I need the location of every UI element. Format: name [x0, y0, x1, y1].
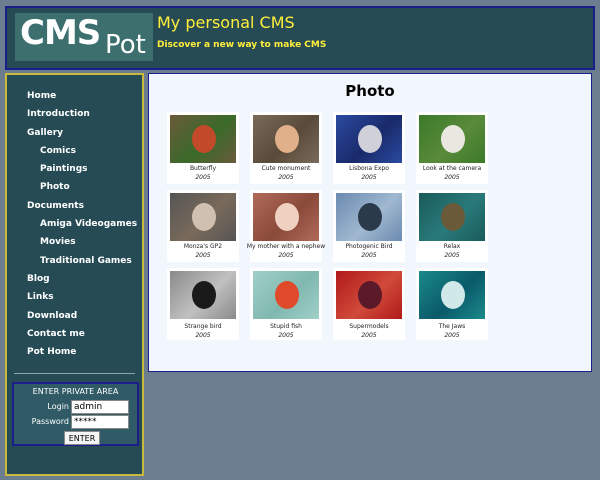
site-header: CMS Pot My personal CMS Discover a new w… [5, 6, 595, 70]
nav-item-home[interactable]: Home [7, 87, 142, 105]
photo-subject [192, 281, 216, 309]
nav-menu: Home Introduction Gallery Comics Paintings Ph… [7, 87, 142, 361]
photo-caption: Monza's GP2 [183, 243, 223, 250]
photo-card[interactable]: Supermodels 2005 [333, 268, 405, 340]
photo-year: 2005 [278, 252, 294, 259]
photo-card[interactable]: Strange bird 2005 [167, 268, 239, 340]
photo-subject [192, 203, 216, 231]
login-box: ENTER PRIVATE AREA Login Password ENTER [12, 382, 139, 446]
photo-card[interactable]: Butterfly 2005 [167, 112, 239, 184]
photo-year: 2005 [444, 174, 460, 181]
photo-year: 2005 [278, 332, 294, 339]
photo-subject [441, 281, 465, 309]
logo-text-main: CMS [20, 13, 101, 53]
nav-item-movies[interactable]: Movies [7, 233, 142, 251]
photo-year: 2005 [195, 332, 211, 339]
photo-year: 2005 [444, 252, 460, 259]
site-subtitle: Discover a new way to make CMS [157, 40, 327, 50]
photo-caption: Relax [443, 243, 461, 250]
nav-item-amiga-videogames[interactable]: Amiga Videogames [7, 215, 142, 233]
nav-item-introduction[interactable]: Introduction [7, 105, 142, 123]
cmspot-logo[interactable]: CMS Pot [15, 13, 153, 61]
password-input[interactable] [71, 415, 129, 429]
photo-thumbnail[interactable] [336, 115, 402, 163]
photo-card[interactable]: Cute monument 2005 [250, 112, 322, 184]
photo-subject [358, 125, 382, 153]
photo-card[interactable]: My mother with a nephew 2005 [247, 190, 325, 262]
photo-card[interactable]: Photogenic Bird 2005 [333, 190, 405, 262]
nav-item-download[interactable]: Download [7, 307, 142, 325]
photo-subject [358, 281, 382, 309]
nav-item-documents[interactable]: Documents [7, 197, 142, 215]
photo-year: 2005 [361, 252, 377, 259]
photo-caption: Photogenic Bird [345, 243, 393, 250]
login-input[interactable] [71, 400, 129, 414]
photo-thumbnail[interactable] [419, 115, 485, 163]
nav-item-photo[interactable]: Photo [7, 178, 142, 196]
photo-year: 2005 [195, 252, 211, 259]
photo-subject [275, 203, 299, 231]
photo-caption: My mother with a nephew [246, 243, 326, 250]
photo-caption: The Jaws [438, 323, 466, 330]
main-content: Photo Butterfly 2005 Cute monument 2005 Lisb… [148, 73, 592, 372]
photo-thumbnail[interactable] [170, 271, 236, 319]
photo-subject [275, 281, 299, 309]
photo-thumbnail[interactable] [336, 193, 402, 241]
password-label: Password [31, 417, 69, 426]
photo-caption: Stupid fish [270, 323, 302, 330]
photo-card[interactable]: Stupid fish 2005 [250, 268, 322, 340]
login-label: Login [47, 402, 69, 411]
photo-year: 2005 [195, 174, 211, 181]
photo-thumbnail[interactable] [253, 271, 319, 319]
photo-thumbnail[interactable] [253, 115, 319, 163]
nav-item-gallery[interactable]: Gallery [7, 124, 142, 142]
photo-caption: Look at the camera [422, 165, 482, 172]
page-title: Photo [345, 82, 395, 100]
photo-caption: Strange bird [184, 323, 222, 330]
login-title: ENTER PRIVATE AREA [32, 387, 119, 396]
photo-year: 2005 [361, 174, 377, 181]
enter-button[interactable]: ENTER [64, 431, 100, 445]
photo-subject [441, 203, 465, 231]
nav-item-contact-me[interactable]: Contact me [7, 325, 142, 343]
photo-caption: Butterfly [189, 165, 217, 172]
photo-card[interactable]: The Jaws 2005 [416, 268, 488, 340]
photo-subject [275, 125, 299, 153]
photo-subject [441, 125, 465, 153]
photo-year: 2005 [444, 332, 460, 339]
photo-caption: Cute monument [261, 165, 311, 172]
photo-caption: Lisbona Expo [349, 165, 389, 172]
photo-card[interactable]: Relax 2005 [416, 190, 488, 262]
logo-text-sub: Pot [105, 30, 146, 60]
nav-item-paintings[interactable]: Paintings [7, 160, 142, 178]
nav-item-blog[interactable]: Blog [7, 270, 142, 288]
sidebar: Home Introduction Gallery Comics Paintings Ph… [5, 73, 144, 476]
nav-item-links[interactable]: Links [7, 288, 142, 306]
photo-subject [358, 203, 382, 231]
photo-thumbnail[interactable] [419, 271, 485, 319]
nav-item-pot-home[interactable]: Pot Home [7, 343, 142, 361]
photo-year: 2005 [278, 174, 294, 181]
photo-card[interactable]: Look at the camera 2005 [416, 112, 488, 184]
photo-subject [192, 125, 216, 153]
password-row: Password [14, 415, 137, 429]
photo-card[interactable]: Monza's GP2 2005 [167, 190, 239, 262]
site-title: My personal CMS [157, 13, 295, 32]
nav-item-comics[interactable]: Comics [7, 142, 142, 160]
photo-year: 2005 [361, 332, 377, 339]
photo-thumbnail[interactable] [419, 193, 485, 241]
login-row: Login [14, 400, 137, 414]
photo-thumbnail[interactable] [336, 271, 402, 319]
photo-card[interactable]: Lisbona Expo 2005 [333, 112, 405, 184]
photo-caption: Supermodels [349, 323, 389, 330]
photo-thumbnail[interactable] [253, 193, 319, 241]
photo-thumbnail[interactable] [170, 193, 236, 241]
sidebar-divider [14, 373, 135, 374]
nav-item-traditional-games[interactable]: Traditional Games [7, 252, 142, 270]
photo-thumbnail[interactable] [170, 115, 236, 163]
